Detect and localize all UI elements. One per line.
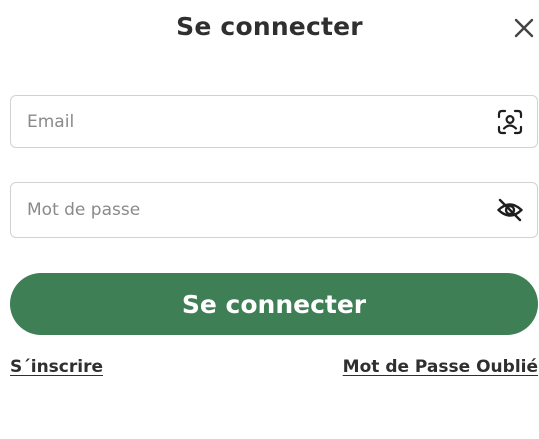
signup-link[interactable]: S´inscrire: [10, 357, 103, 377]
email-input[interactable]: [11, 96, 495, 147]
face-scan-button[interactable]: [495, 107, 525, 137]
face-scan-icon: [497, 109, 523, 134]
forgot-password-link[interactable]: Mot de Passe Oublié: [343, 357, 538, 377]
close-icon: [514, 18, 534, 38]
page-title: Se connecter: [176, 12, 363, 41]
toggle-password-visibility-button[interactable]: [495, 195, 525, 225]
password-field[interactable]: [10, 182, 538, 238]
submit-button[interactable]: Se connecter: [10, 273, 538, 335]
eye-off-icon: [497, 198, 523, 222]
email-field[interactable]: [10, 95, 538, 148]
password-input[interactable]: [11, 183, 495, 237]
modal-header: Se connecter: [0, 0, 539, 58]
close-button[interactable]: [508, 12, 539, 44]
